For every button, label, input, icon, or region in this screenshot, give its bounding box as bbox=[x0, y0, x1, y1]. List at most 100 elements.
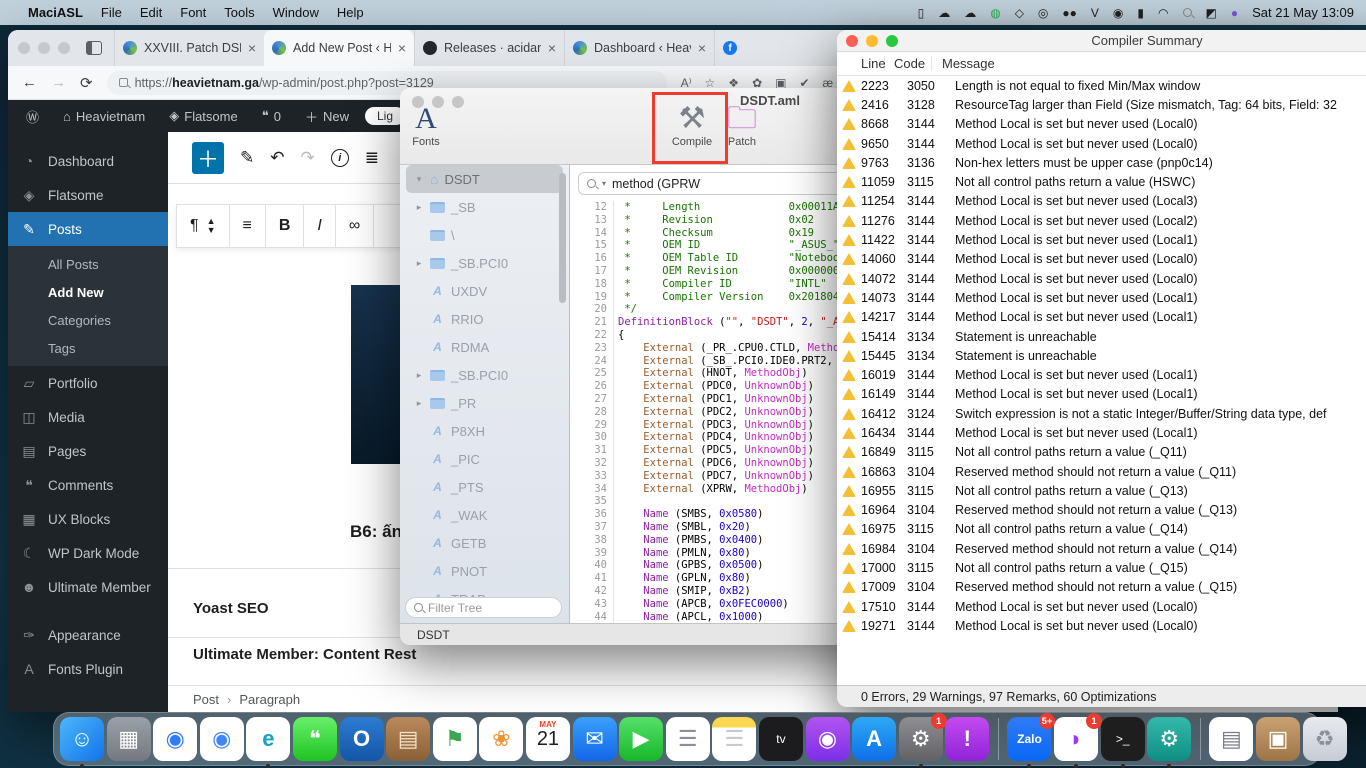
dock-calendar[interactable]: MAY 21 bbox=[525, 717, 570, 761]
compiler-warning-row[interactable]: 16434 3144 Method Local is set but never u… bbox=[837, 423, 1366, 442]
sidebar-item-portfolio[interactable]: ▱ Portfolio bbox=[8, 366, 168, 400]
compiler-warning-row[interactable]: 14217 3144 Method Local is set but never u… bbox=[837, 308, 1366, 327]
cloud-icon[interactable]: ☁ bbox=[938, 6, 950, 20]
dock-outlook[interactable]: O bbox=[339, 717, 384, 761]
sidebar-item-all-posts[interactable]: All Posts bbox=[8, 250, 168, 278]
sidebar-item-categories[interactable]: Categories bbox=[8, 306, 168, 334]
browser-tab[interactable]: Dashboard ‹ Heav × bbox=[564, 30, 714, 66]
dock-messages[interactable]: ❝ bbox=[292, 717, 337, 761]
column-message[interactable]: Message bbox=[932, 56, 995, 71]
dock-maciasl[interactable]: ⚙ bbox=[1147, 717, 1192, 768]
tree-node-[interactable]: \ bbox=[400, 221, 569, 249]
compiler-warning-row[interactable]: 11059 3115 Not all control paths return a … bbox=[837, 172, 1366, 191]
battery-icon[interactable]: ▮ bbox=[1137, 6, 1144, 20]
wp-logo[interactable]: Ⓦ bbox=[18, 107, 47, 126]
paragraph-block-icon[interactable]: ¶ ▲ ▼ bbox=[177, 205, 230, 247]
compiler-warning-row[interactable]: 16019 3144 Method Local is set but never u… bbox=[837, 365, 1366, 384]
menu-edit[interactable]: Edit bbox=[140, 5, 162, 20]
compiler-warning-row[interactable]: 11254 3144 Method Local is set but never u… bbox=[837, 192, 1366, 211]
browser-traffic-lights[interactable] bbox=[18, 42, 70, 54]
compiler-warning-row[interactable]: 8668 3144 Method Local is set but never us… bbox=[837, 115, 1366, 134]
tree-node-pnot[interactable]: A PNOT bbox=[400, 557, 569, 585]
compiler-warning-row[interactable]: 9763 3136 Non-hex letters must be upper ca… bbox=[837, 153, 1366, 172]
compiler-warning-row[interactable]: 14060 3144 Method Local is set but never u… bbox=[837, 250, 1366, 269]
dock-downloads-media[interactable]: ▣ bbox=[1256, 717, 1301, 761]
sidebar-item-posts[interactable]: ✎ Posts bbox=[8, 212, 168, 246]
tree-scrollbar[interactable] bbox=[559, 173, 566, 303]
time-machine-icon[interactable]: ◎ bbox=[1038, 6, 1048, 20]
browser-tab[interactable]: XXVIII. Patch DSD × bbox=[114, 30, 264, 66]
disclosure-icon[interactable]: ▸ bbox=[414, 202, 424, 213]
undo-icon[interactable]: ↶ bbox=[270, 148, 284, 168]
app-menu-title[interactable]: MaciASL bbox=[28, 5, 83, 20]
sidebar-item-fonts-plugin[interactable]: A Fonts Plugin bbox=[8, 652, 168, 686]
dock-downloads-docs[interactable]: ▤ bbox=[1209, 717, 1254, 761]
bold-button[interactable]: B bbox=[266, 205, 305, 247]
move-block-arrows[interactable]: ▲ ▼ bbox=[207, 217, 216, 235]
sidebar-item-media[interactable]: ◫ Media bbox=[8, 400, 168, 434]
dock-trash[interactable]: ♻ bbox=[1302, 717, 1347, 761]
dock-terminal[interactable]: >_ bbox=[1100, 717, 1145, 768]
sidebar-item-dashboard[interactable]: ◔ Dashboard bbox=[8, 144, 168, 178]
link-button[interactable]: ∞ bbox=[336, 205, 375, 247]
reload-button[interactable]: ⟳ bbox=[80, 74, 93, 92]
forward-button[interactable]: → bbox=[51, 74, 66, 91]
redo-icon[interactable]: ↷ bbox=[301, 148, 315, 168]
edit-tool-icon[interactable]: ✎ bbox=[240, 148, 254, 168]
dock-app-store[interactable]: A bbox=[852, 717, 897, 761]
sidebar-item-ultimate-member[interactable]: ☻ Ultimate Member bbox=[8, 570, 168, 604]
sidebar-item-pages[interactable]: ▤ Pages bbox=[8, 434, 168, 468]
tab-close-icon[interactable]: × bbox=[248, 40, 256, 56]
cloud-2-icon[interactable]: ☁ bbox=[964, 6, 976, 20]
play-circle-icon[interactable]: ◉ bbox=[1113, 6, 1123, 20]
dock-maps[interactable]: ⚑ bbox=[432, 717, 477, 761]
browser-tab[interactable]: Releases · acidan × bbox=[414, 30, 564, 66]
tree-node-uxdv[interactable]: A UXDV bbox=[400, 277, 569, 305]
dock-mail[interactable]: ✉ bbox=[572, 717, 617, 761]
dock-feedback[interactable]: ! bbox=[945, 717, 990, 761]
compiler-warning-row[interactable]: 16849 3115 Not all control paths return a … bbox=[837, 443, 1366, 462]
disclosure-icon[interactable]: ▸ bbox=[414, 258, 424, 269]
compiler-warning-row[interactable]: 17510 3144 Method Local is set but never u… bbox=[837, 597, 1366, 616]
sidebar-item-appearance[interactable]: ✑ Appearance bbox=[8, 618, 168, 652]
list-view-icon[interactable]: ≣ bbox=[365, 148, 379, 168]
flickr-icon[interactable]: ●● bbox=[1062, 6, 1077, 20]
tree-node-pr[interactable]: ▸ _PR bbox=[400, 389, 569, 417]
add-block-button[interactable]: ＋ bbox=[192, 141, 224, 174]
tree-node-p8xh[interactable]: A P8XH bbox=[400, 417, 569, 445]
spotlight-icon[interactable] bbox=[1182, 8, 1192, 17]
compiler-warning-row[interactable]: 16964 3104 Reserved method should not retu… bbox=[837, 501, 1366, 520]
sidebar-item-ux-blocks[interactable]: ▦ UX Blocks bbox=[8, 502, 168, 536]
dock-finder[interactable]: ☺ bbox=[60, 717, 104, 768]
wp-theme-link[interactable]: ◈ Flatsome bbox=[161, 108, 245, 124]
siri-icon[interactable]: ● bbox=[1231, 6, 1238, 20]
sidebar-item-comments[interactable]: ❝ Comments bbox=[8, 468, 168, 502]
compiler-warning-row[interactable]: 15445 3134 Statement is unreachable bbox=[837, 346, 1366, 365]
dock-reminders[interactable]: ☰ bbox=[665, 717, 710, 761]
browser-tab[interactable]: Add New Post ‹ H × bbox=[264, 30, 414, 66]
wp-comments-count[interactable]: ❝ 0 bbox=[254, 108, 289, 124]
tree-node-pic[interactable]: A _PIC bbox=[400, 445, 569, 473]
back-button[interactable]: ← bbox=[22, 74, 37, 91]
sidebar-item-add-new[interactable]: Add New bbox=[8, 278, 168, 306]
wifi-icon[interactable]: ◠ bbox=[1158, 6, 1168, 20]
disclosure-icon[interactable]: ▸ bbox=[414, 370, 424, 381]
menu-help[interactable]: Help bbox=[337, 5, 364, 20]
control-center-icon[interactable]: ◩ bbox=[1206, 6, 1217, 20]
compiler-warning-row[interactable]: 16863 3104 Reserved method should not retu… bbox=[837, 462, 1366, 481]
compiler-warning-row[interactable]: 14073 3144 Method Local is set but never u… bbox=[837, 288, 1366, 307]
display-icon[interactable]: ▯ bbox=[918, 6, 925, 20]
breadcrumb-post[interactable]: Post bbox=[193, 692, 219, 707]
column-line[interactable]: Line bbox=[837, 56, 886, 71]
tree-node-rrio[interactable]: A RRIO bbox=[400, 305, 569, 333]
compiler-warning-row[interactable]: 19271 3144 Method Local is set but never u… bbox=[837, 616, 1366, 635]
sidebar-item-flatsome[interactable]: ◈ Flatsome bbox=[8, 178, 168, 212]
tree-node-sbpci0[interactable]: ▸ _SB.PCI0 bbox=[400, 361, 569, 389]
compiler-warning-row[interactable]: 17000 3115 Not all control paths return a … bbox=[837, 558, 1366, 577]
tree-node-wak[interactable]: A _WAK bbox=[400, 501, 569, 529]
compiler-warning-row[interactable]: 14072 3144 Method Local is set but never u… bbox=[837, 269, 1366, 288]
compiler-warning-row[interactable]: 11422 3144 Method Local is set but never u… bbox=[837, 230, 1366, 249]
align-icon[interactable]: ≡ bbox=[230, 205, 266, 247]
compiler-warning-row[interactable]: 11276 3144 Method Local is set but never u… bbox=[837, 211, 1366, 230]
tree-filter-input[interactable]: Filter Tree bbox=[405, 597, 562, 618]
